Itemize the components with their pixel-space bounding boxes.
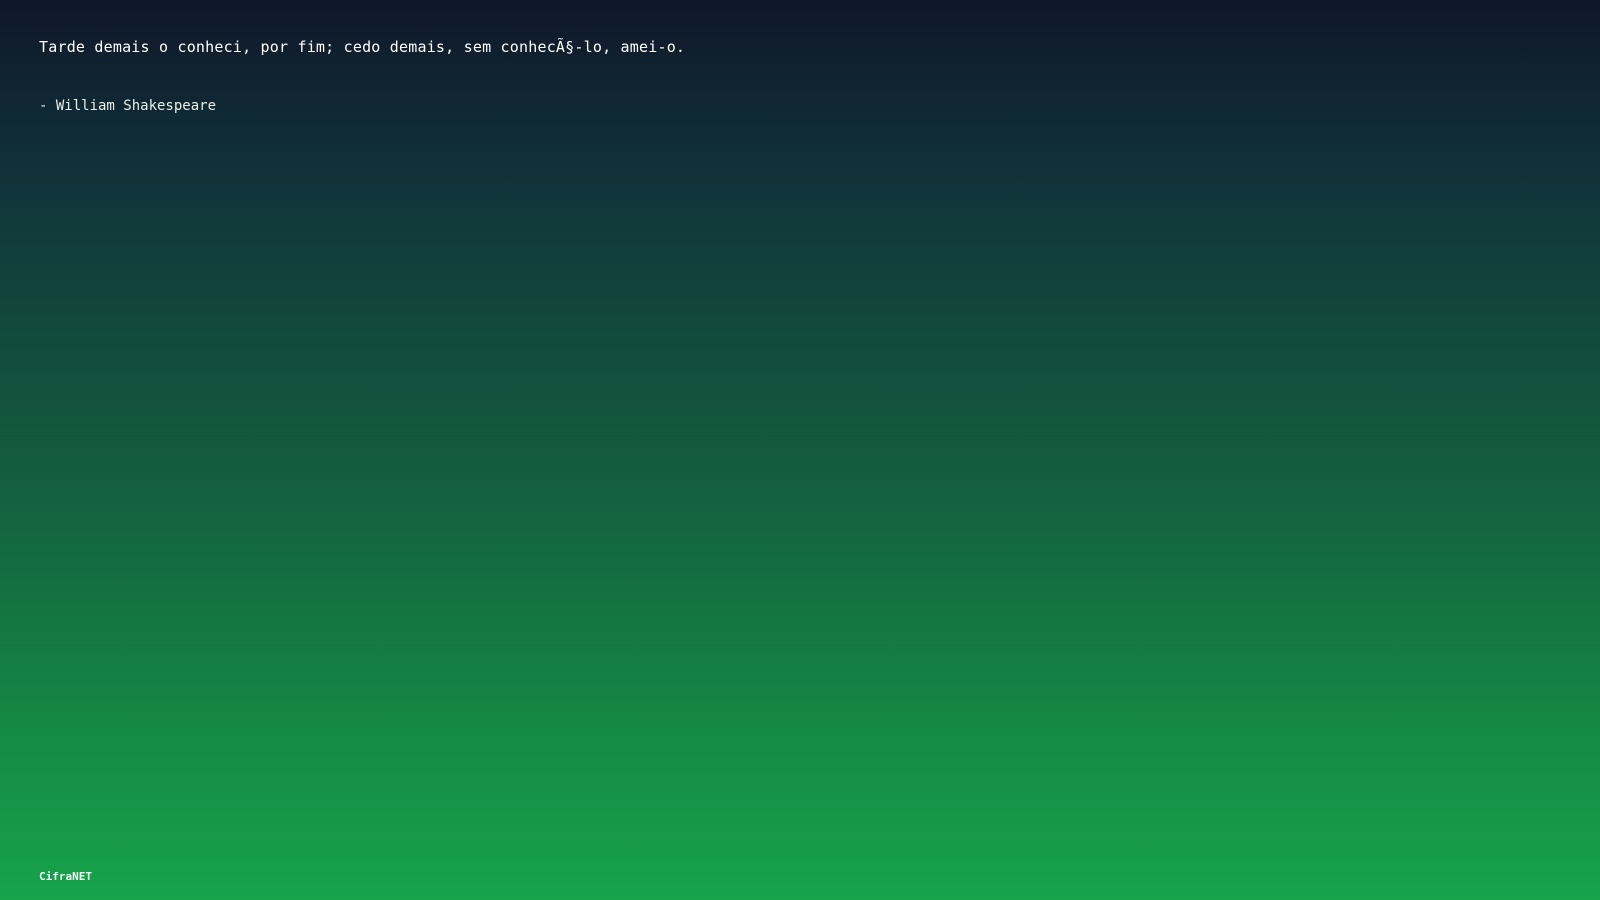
brand-footer: CifraNET <box>39 870 92 883</box>
quote-author: - William Shakespeare <box>39 98 217 114</box>
quote-text: Tarde demais o conheci, por fim; cedo de… <box>39 38 686 56</box>
